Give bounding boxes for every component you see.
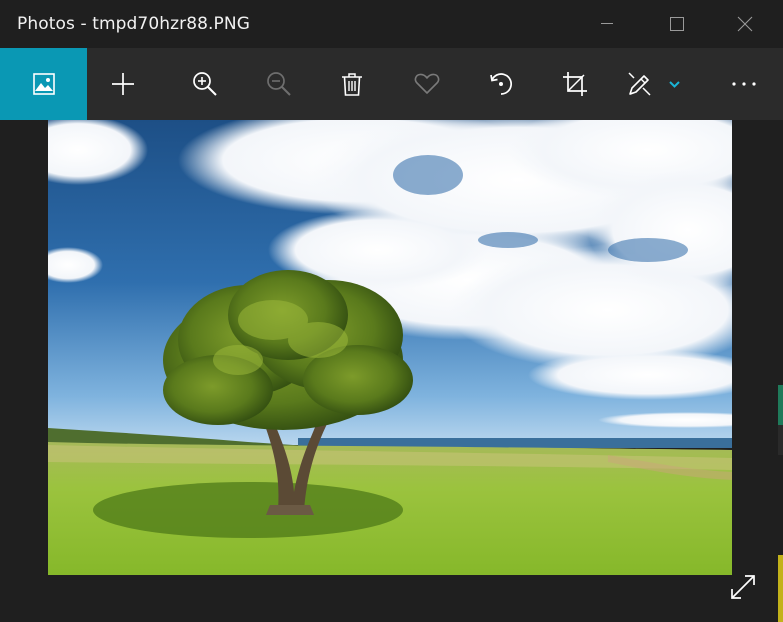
- maximize-icon: [670, 17, 684, 31]
- crop-button[interactable]: [539, 48, 611, 120]
- zoom-out-icon: [267, 72, 291, 96]
- picture-icon: [32, 73, 55, 95]
- fullscreen-button[interactable]: [722, 566, 764, 608]
- edit-pen-icon: [628, 72, 680, 96]
- zoom-out-button[interactable]: [243, 48, 315, 120]
- heart-icon: [414, 73, 440, 94]
- title-bar: Photos - tmpd70hzr88.PNG: [0, 0, 783, 48]
- desktop-edge-2: [778, 425, 783, 455]
- see-more-button[interactable]: [708, 48, 780, 120]
- rotate-button[interactable]: [465, 48, 537, 120]
- crop-icon: [563, 72, 587, 96]
- maximize-button[interactable]: [642, 0, 712, 48]
- delete-button[interactable]: [316, 48, 388, 120]
- minimize-button[interactable]: [572, 0, 642, 48]
- close-icon: [737, 16, 753, 32]
- zoom-in-icon: [193, 72, 217, 96]
- desktop-edge-3: [778, 555, 783, 622]
- photo-image: [48, 120, 732, 575]
- favorite-button[interactable]: [391, 48, 463, 120]
- minimize-icon: [601, 23, 613, 24]
- close-button[interactable]: [710, 0, 780, 48]
- zoom-in-button[interactable]: [169, 48, 241, 120]
- more-icon: [732, 82, 756, 86]
- plus-icon: [112, 73, 134, 95]
- see-all-photos-button[interactable]: [0, 48, 87, 120]
- edit-and-create-button[interactable]: [614, 48, 704, 120]
- chevron-down-icon: [669, 81, 680, 88]
- trash-icon: [342, 73, 362, 96]
- add-to-button[interactable]: [87, 48, 159, 120]
- expand-icon: [731, 575, 755, 599]
- window-title: Photos - tmpd70hzr88.PNG: [17, 14, 250, 34]
- rotate-icon: [490, 73, 512, 95]
- toolbar: [0, 48, 783, 120]
- desktop-edge: [778, 385, 783, 425]
